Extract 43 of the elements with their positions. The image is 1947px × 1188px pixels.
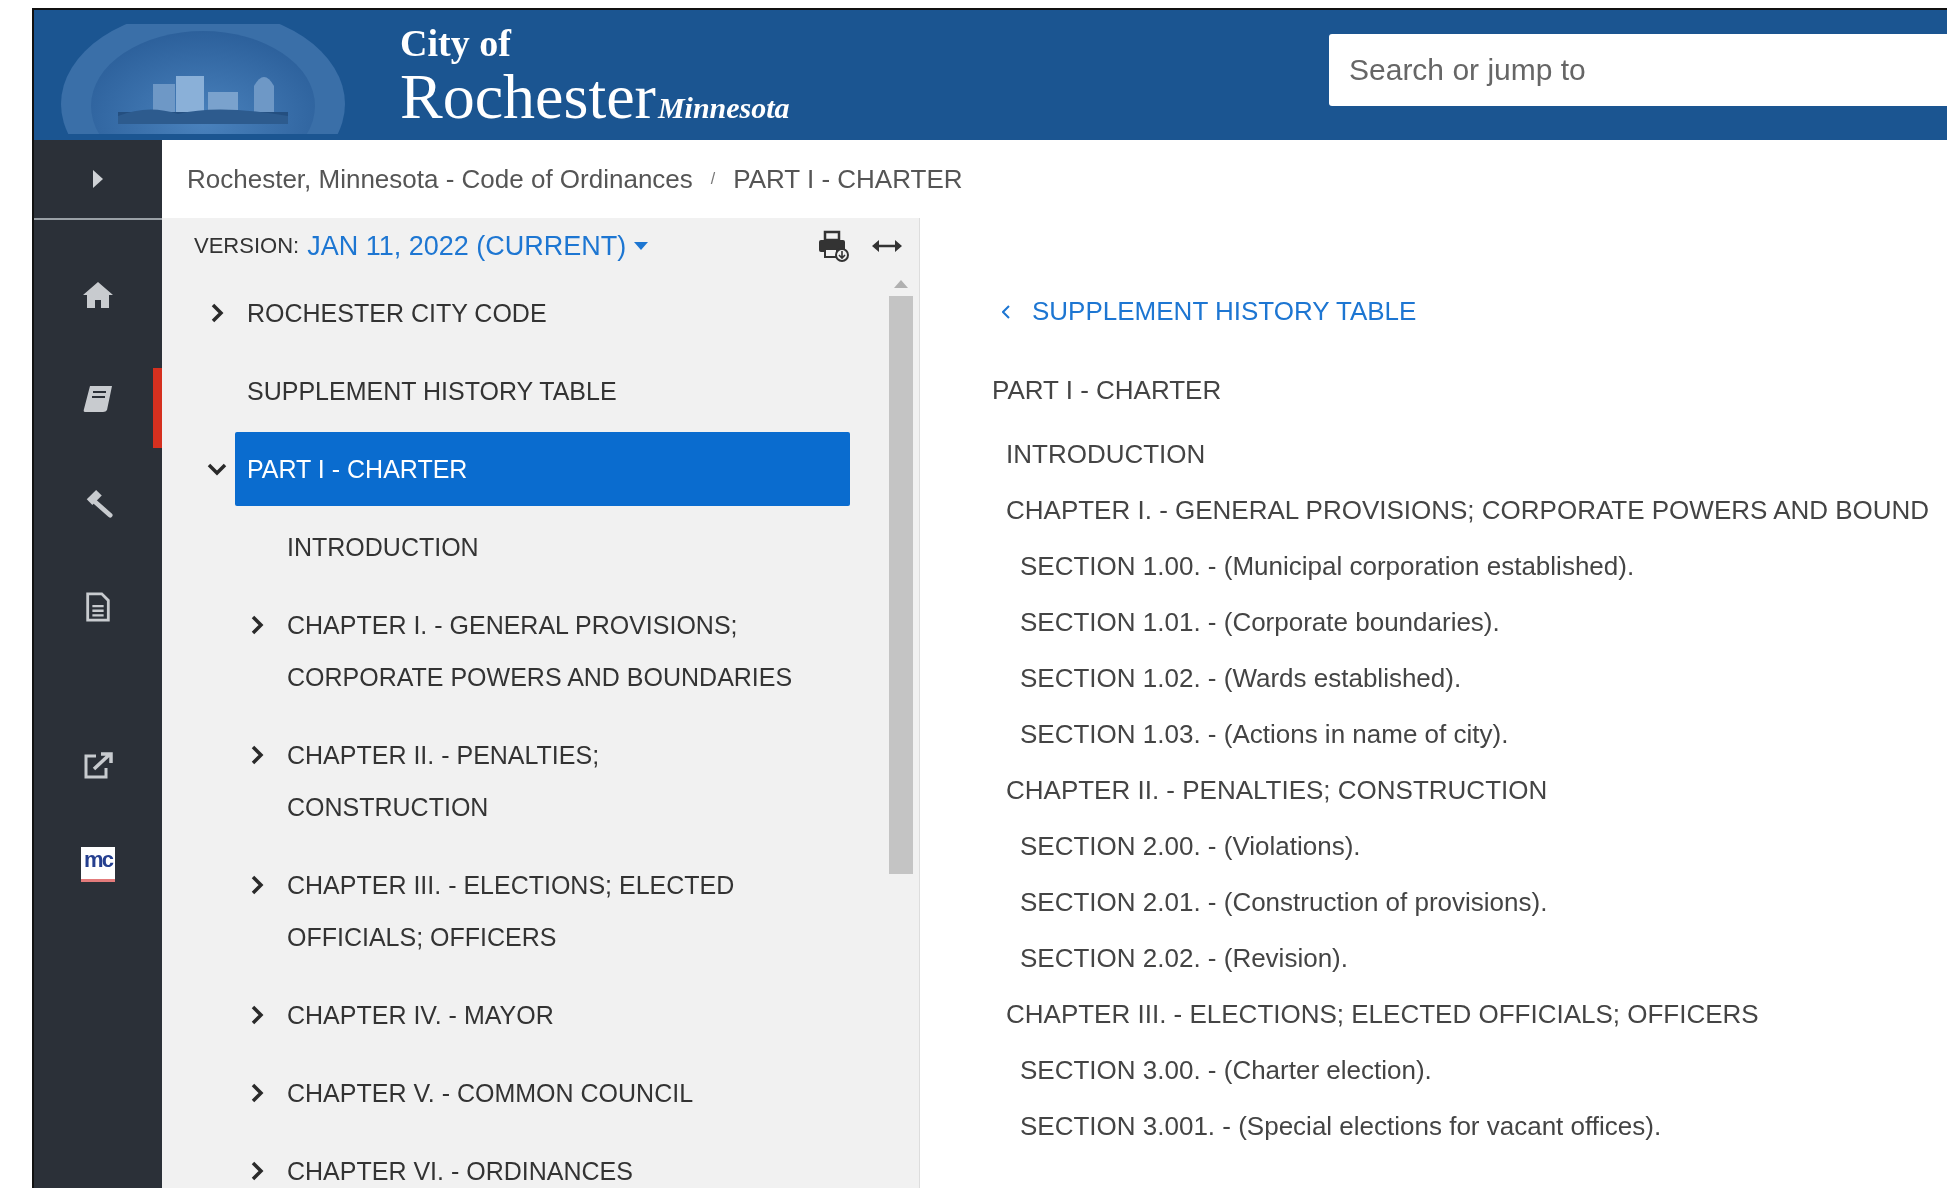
home-icon[interactable] [82,280,114,310]
search-field[interactable]: Search or jump to [1329,34,1947,106]
toc-link[interactable]: SECTION 2.02. - (Revision). [1020,930,1348,986]
logo-title: Rochester [400,65,656,129]
breadcrumb-link[interactable]: Rochester, Minnesota - Code of Ordinances [187,163,693,195]
toc-link[interactable]: SECTION 2.01. - (Construction of provisions). [1020,874,1548,930]
toc-link[interactable]: CHAPTER I. - GENERAL PROVISIONS; CORPORATE POWERS AND BOUND [1006,482,1930,538]
resize-icon[interactable] [871,239,903,253]
book-icon[interactable] [82,384,114,414]
external-link-icon[interactable] [82,750,114,780]
breadcrumb-link[interactable]: PART I - CHARTER [733,163,963,195]
page-title: PART I - CHARTER [992,375,1222,406]
toc-link[interactable]: CHAPTER II. - PENALTIES; CONSTRUCTION [1006,762,1548,818]
breadcrumb-separator: / [710,170,716,188]
toc-link[interactable]: SECTION 2.00. - (Violations). [1020,818,1361,874]
toc-link[interactable]: INTRODUCTION [1006,426,1206,482]
toc-link[interactable]: SECTION 1.03. - (Actions in name of city). [1020,706,1509,762]
app-logo[interactable]: mc [81,846,115,882]
logo-subtitle: City of [400,21,513,65]
toc-link[interactable]: SECTION 1.02. - (Wards established). [1020,650,1462,706]
toc-item[interactable]: CHAPTER VI. - ORDINANCES [275,1132,809,1188]
toc-link[interactable]: SECTION 3.00. - (Charter election). [1020,1042,1432,1098]
logo-state: Minnesota [657,91,790,125]
chevron-left-icon [1002,304,1010,319]
toc-link[interactable]: SECTION 3.001. - (Special elections for vacant offices). [1020,1098,1662,1154]
toc-link[interactable]: CHAPTER III. - ELECTIONS; ELECTED OFFICIALS; OFFICERS [1006,986,1759,1042]
caret-icon [634,242,649,250]
print-icon[interactable] [817,230,849,262]
toc-item[interactable]: ROCHESTER CITY CODE [235,274,769,352]
toc-item[interactable]: CHAPTER IV. - MAYOR [275,976,809,1054]
toc-item[interactable]: PART I - CHARTER [235,432,850,506]
version-dropdown[interactable]: JAN 11, 2022 (CURRENT) [307,230,649,262]
back-link[interactable]: SUPPLEMENT HISTORY TABLE [1002,296,1417,327]
version-label: VERSION: [194,233,300,259]
toc-item[interactable]: CHAPTER V. - COMMON COUNCIL [275,1054,809,1132]
toc-item[interactable]: INTRODUCTION [275,508,809,586]
toc-item[interactable]: SUPPLEMENT HISTORY TABLE [235,352,769,430]
toc-item[interactable]: CHAPTER I. - GENERAL PROVISIONS; CORPORATE POWERS AND BOUNDARIES [275,586,809,716]
expand-icon[interactable] [92,169,104,189]
toc-link[interactable]: SECTION 1.01. - (Corporate boundaries). [1020,594,1500,650]
toc-item[interactable]: CHAPTER II. - PENALTIES; CONSTRUCTION [275,716,809,846]
toc-link[interactable]: SECTION 1.00. - (Municipal corporation established). [1020,538,1635,594]
toc-item[interactable]: CHAPTER III. - ELECTIONS; ELECTED OFFICIALS; OFFICERS [275,846,809,976]
